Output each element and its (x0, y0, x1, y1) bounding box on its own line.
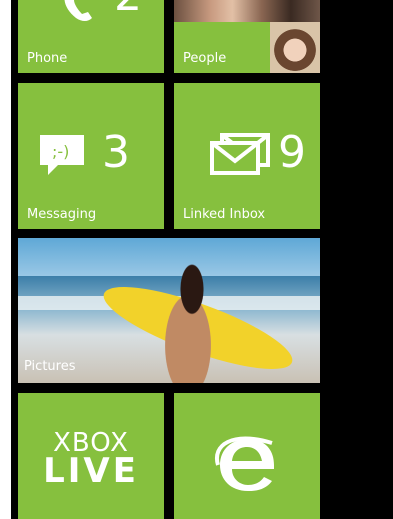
internet-explorer-tile[interactable] (174, 393, 320, 519)
people-photo (270, 22, 320, 73)
people-label: People (183, 51, 227, 66)
pictures-tile[interactable]: Pictures (18, 238, 320, 383)
phone-icon (64, 0, 92, 21)
right-edge (329, 0, 393, 519)
linked-inbox-count: 9 (278, 127, 306, 178)
xbox-live-logo: XBOX LIVE (18, 429, 164, 491)
linked-inbox-label: Linked Inbox (183, 207, 266, 222)
linked-inbox-tile[interactable]: 9 Linked Inbox (174, 83, 320, 229)
left-edge (0, 0, 11, 519)
ie-logo-icon (214, 436, 274, 491)
svg-text:;-): ;-) (52, 142, 69, 161)
envelopes-icon (210, 133, 270, 175)
people-tile[interactable]: People (174, 0, 320, 73)
pictures-label: Pictures (24, 359, 76, 374)
smiley-chat-icon: ;-) (40, 135, 84, 175)
phone-label: Phone (27, 51, 68, 66)
phone-count: 2 (114, 0, 142, 18)
surfer-image (148, 258, 228, 383)
xbox-live-tile[interactable]: XBOX LIVE (18, 393, 164, 519)
xbox-logo-line2: LIVE (43, 451, 139, 491)
messaging-tile[interactable]: ;-) 3 Messaging (18, 83, 164, 229)
people-photo (174, 0, 320, 22)
phone-tile[interactable]: 2 Phone (18, 0, 164, 73)
messaging-count: 3 (102, 127, 130, 178)
messaging-label: Messaging (27, 207, 97, 222)
